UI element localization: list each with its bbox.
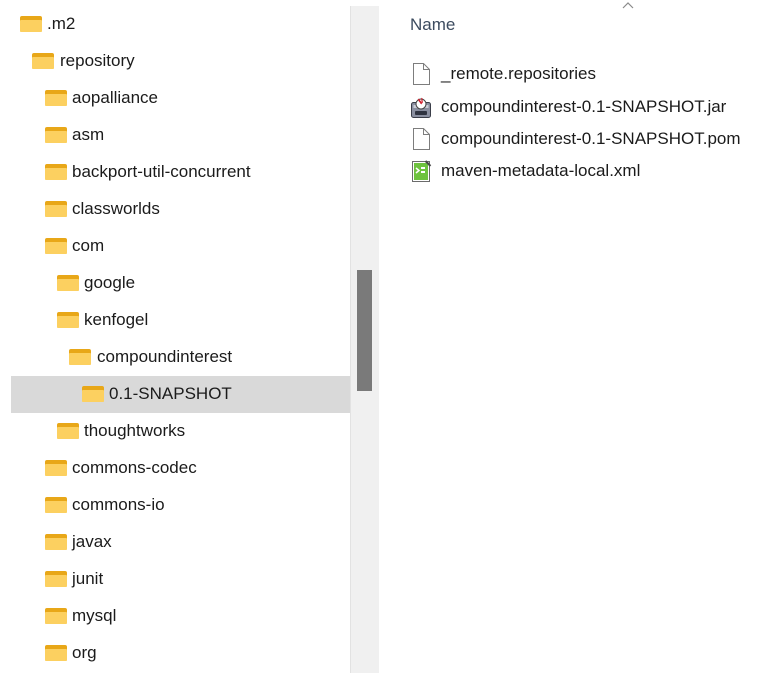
file-name: compoundinterest-0.1-SNAPSHOT.jar <box>441 97 727 116</box>
folder-icon <box>45 164 67 180</box>
tree-item-google[interactable]: google <box>11 265 350 302</box>
tree-item-label: org <box>72 643 97 662</box>
folder-icon <box>57 312 79 328</box>
folder-icon <box>45 201 67 217</box>
tree-item-repository[interactable]: repository <box>11 43 350 80</box>
tree-item-label: javax <box>72 532 112 551</box>
tree-item-label: asm <box>72 125 105 144</box>
folder-icon <box>82 386 104 402</box>
navigation-pane: .m2 repository aopalliance asm backport-… <box>0 0 350 673</box>
file-row-pom[interactable]: compoundinterest-0.1-SNAPSHOT.pom <box>410 121 767 154</box>
tree-item-label: aopalliance <box>72 88 159 107</box>
tree-item-label: commons-codec <box>72 458 197 477</box>
blank-file-icon <box>413 128 430 150</box>
tree-item-compoundinterest[interactable]: compoundinterest <box>11 339 350 376</box>
tree-item-m2[interactable]: .m2 <box>11 6 350 43</box>
folder-icon <box>69 349 91 365</box>
blank-file-icon <box>413 63 430 85</box>
tree-item-javax[interactable]: javax <box>11 524 350 561</box>
folder-icon <box>45 238 67 254</box>
sort-ascending-icon <box>622 2 634 9</box>
tree-item-label: compoundinterest <box>97 347 233 366</box>
tree-item-label: .m2 <box>47 14 76 33</box>
file-row-maven-metadata[interactable]: maven-metadata-local.xml <box>410 153 767 186</box>
folder-icon <box>45 127 67 143</box>
folder-icon <box>57 423 79 439</box>
file-name: compoundinterest-0.1-SNAPSHOT.pom <box>441 129 741 148</box>
tree-item-0-1-snapshot[interactable]: 0.1-SNAPSHOT <box>11 376 350 413</box>
tree-item-label: mysql <box>72 606 117 625</box>
file-name: maven-metadata-local.xml <box>441 161 641 180</box>
tree-item-label: junit <box>72 569 104 588</box>
scrollbar-thumb[interactable] <box>357 270 372 391</box>
tree-item-label: repository <box>60 51 135 70</box>
folder-icon <box>45 460 67 476</box>
column-header-name[interactable]: Name <box>410 15 455 35</box>
tree-item-backport-util-concurrent[interactable]: backport-util-concurrent <box>11 154 350 191</box>
tree-item-commons-io[interactable]: commons-io <box>11 487 350 524</box>
folder-icon <box>45 645 67 661</box>
folder-icon <box>20 16 42 32</box>
tree-item-label: 0.1-SNAPSHOT <box>109 384 232 403</box>
tree-item-classworlds[interactable]: classworlds <box>11 191 350 228</box>
folder-icon <box>57 275 79 291</box>
tree-item-label: commons-io <box>72 495 165 514</box>
folder-icon <box>45 608 67 624</box>
tree-item-mysql[interactable]: mysql <box>11 598 350 635</box>
tree-item-com[interactable]: com <box>11 228 350 265</box>
java-jar-icon <box>411 97 431 118</box>
tree-item-asm[interactable]: asm <box>11 117 350 154</box>
tree-item-label: thoughtworks <box>84 421 186 440</box>
tree-item-thoughtworks[interactable]: thoughtworks <box>11 413 350 450</box>
tree-item-label: com <box>72 236 105 255</box>
tree-item-label: kenfogel <box>84 310 149 329</box>
folder-icon <box>45 534 67 550</box>
xml-file-icon <box>412 160 432 182</box>
tree-item-commons-codec[interactable]: commons-codec <box>11 450 350 487</box>
folder-icon <box>45 571 67 587</box>
tree-item-aopalliance[interactable]: aopalliance <box>11 80 350 117</box>
tree-item-label: backport-util-concurrent <box>72 162 251 181</box>
tree-item-junit[interactable]: junit <box>11 561 350 598</box>
file-row-remote-repositories[interactable]: _remote.repositories <box>410 56 767 89</box>
file-row-jar[interactable]: compoundinterest-0.1-SNAPSHOT.jar <box>410 89 767 122</box>
tree-item-org[interactable]: org <box>11 635 350 672</box>
file-name: _remote.repositories <box>441 64 596 83</box>
tree-item-label: classworlds <box>72 199 160 218</box>
folder-icon <box>32 53 54 69</box>
folder-icon <box>45 497 67 513</box>
folder-icon <box>45 90 67 106</box>
tree-item-kenfogel[interactable]: kenfogel <box>11 302 350 339</box>
tree-item-label: google <box>84 273 136 292</box>
